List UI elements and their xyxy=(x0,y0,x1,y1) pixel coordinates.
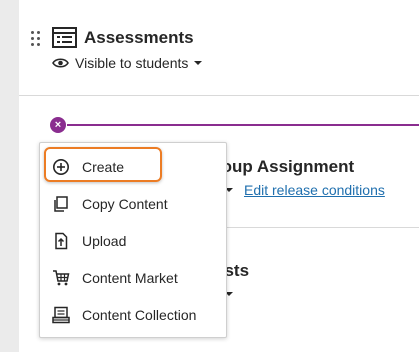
menu-item-content-market[interactable]: Content Market xyxy=(40,259,226,296)
add-content-line xyxy=(67,124,419,126)
copy-icon xyxy=(54,195,68,212)
menu-item-label: Content Collection xyxy=(82,306,197,323)
menu-item-label: Upload xyxy=(82,232,127,249)
plus-circle-icon xyxy=(53,158,69,175)
menu-item-label: Content Market xyxy=(82,269,178,286)
menu-item-copy-content[interactable]: Copy Content xyxy=(40,185,226,222)
folder-icon xyxy=(52,27,77,48)
upload-icon xyxy=(55,232,68,249)
menu-item-create[interactable]: Create xyxy=(40,148,226,185)
close-icon[interactable]: × xyxy=(50,117,66,133)
menu-item-content-collection[interactable]: Content Collection xyxy=(40,296,226,333)
chevron-down-icon xyxy=(194,61,203,65)
folder-title[interactable]: Assessments xyxy=(84,28,194,48)
menu-item-label: Create xyxy=(82,158,125,175)
add-content-menu: Create Copy Content Upload Content Marke… xyxy=(39,142,227,338)
menu-item-label: Copy Content xyxy=(82,195,168,212)
eye-icon xyxy=(52,58,69,68)
visibility-dropdown[interactable]: Visible to students xyxy=(52,54,203,72)
divider xyxy=(19,95,419,96)
edit-release-conditions-link[interactable]: Edit release conditions xyxy=(244,182,385,198)
collection-icon xyxy=(52,306,70,323)
drag-handle-icon[interactable] xyxy=(31,31,41,47)
menu-item-upload[interactable]: Upload xyxy=(40,222,226,259)
divider xyxy=(219,227,419,228)
cart-icon xyxy=(53,269,70,285)
content-item-title[interactable]: roup Assignment xyxy=(215,157,354,177)
visibility-label: Visible to students xyxy=(75,55,189,71)
